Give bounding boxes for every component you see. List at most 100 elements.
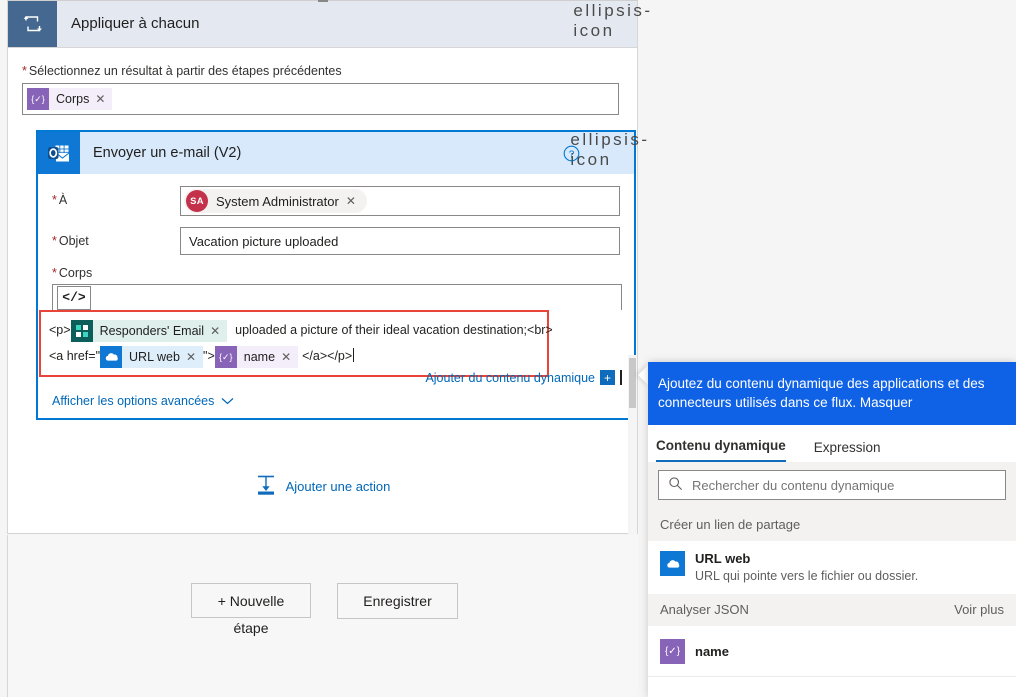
send-email-action-card: Envoyer un e-mail (V2) ? ellipsis-icon *…: [36, 130, 647, 420]
add-action-row[interactable]: Ajouter une action: [22, 474, 623, 499]
token-url-web[interactable]: URL web ✕: [100, 345, 204, 368]
group-header-parse-json: Analyser JSON Voir plus: [648, 594, 1016, 627]
to-label: * À: [52, 186, 180, 207]
dynamic-content-tabs: Contenu dynamique Expression: [648, 425, 1016, 462]
recipient-chip[interactable]: SA System Administrator ✕: [184, 189, 367, 213]
token-label: name: [243, 349, 276, 364]
group-header-create-share-link: Créer un lien de partage: [648, 509, 1016, 542]
scope-output-select-input[interactable]: {✓} Corps ✕: [22, 83, 619, 115]
avatar: SA: [186, 190, 208, 212]
chevron-down-icon: [221, 394, 234, 408]
onedrive-icon: [100, 345, 123, 368]
dynamic-item-title: URL web: [695, 551, 751, 566]
line1-prefix: <p>: [49, 323, 71, 337]
dynamic-content-banner: Ajoutez du contenu dynamique des applica…: [648, 362, 1016, 425]
dynamic-content-banner-text: Ajoutez du contenu dynamique des applica…: [658, 376, 985, 410]
send-email-body: * À SA System Administrator ✕ * Objet Va…: [38, 174, 634, 418]
group-see-more[interactable]: Voir plus: [954, 602, 1004, 617]
body-html-content[interactable]: <p> Responders' Email ✕ uploaded a picture …: [39, 310, 553, 377]
text-caret: [353, 348, 355, 362]
card-top-connector: [318, 0, 328, 2]
token-remove-icon[interactable]: ✕: [94, 93, 112, 105]
email-more-menu-icon[interactable]: ellipsis-icon: [570, 130, 647, 174]
to-label-text: À: [58, 193, 68, 207]
token-remove-icon[interactable]: ✕: [185, 351, 203, 363]
token-label: URL web: [129, 349, 180, 364]
line2-mid: ">: [203, 349, 215, 363]
token-name[interactable]: {✓} name ✕: [214, 345, 299, 368]
apply-to-each-body: * Sélectionnez un résultat à partir des é…: [8, 48, 647, 499]
scope-input-label-text: Sélectionnez un résultat à partir des ét…: [28, 64, 342, 78]
outlook-icon: [38, 132, 80, 174]
dynamic-item-title: name: [695, 643, 729, 659]
line2-suffix: </a></p>: [302, 349, 353, 363]
forms-icon: [70, 319, 93, 342]
body-label-text: Corps: [58, 266, 93, 280]
subject-input[interactable]: Vacation picture uploaded: [180, 227, 620, 255]
dynamic-item-url-web[interactable]: URL web URL qui pointe vers le fichier o…: [648, 542, 1016, 594]
send-email-header[interactable]: Envoyer un e-mail (V2) ? ellipsis-icon: [38, 130, 647, 174]
required-marker: *: [52, 193, 57, 207]
token-remove-icon[interactable]: ✕: [280, 351, 298, 363]
tab-dynamic-content[interactable]: Contenu dynamique: [656, 438, 786, 462]
group-name: Analyser JSON: [660, 602, 749, 617]
recipient-name: System Administrator: [216, 193, 339, 209]
save-button[interactable]: Enregistrer: [337, 583, 458, 619]
show-advanced-options-link[interactable]: Afficher les options avancées: [52, 394, 234, 408]
scope-input-label: * Sélectionnez un résultat à partir des é…: [22, 64, 623, 78]
token-corps[interactable]: {✓} Corps ✕: [27, 88, 113, 110]
recipient-remove-icon[interactable]: ✕: [346, 194, 365, 208]
line2-prefix: <a href=": [49, 349, 101, 363]
body-code-line-1: <p> Responders' Email ✕ uploaded a picture …: [49, 317, 553, 343]
dynamic-content-search-wrap: [648, 462, 1016, 509]
to-row: * À SA System Administrator ✕: [52, 186, 620, 216]
designer-scrollbar-thumb[interactable]: [629, 358, 636, 408]
required-marker: *: [52, 266, 57, 280]
search-input[interactable]: [683, 476, 1005, 494]
dynamic-item-description: URL qui pointe vers le fichier ou dossie…: [695, 569, 919, 583]
body-label: * Corps: [52, 266, 620, 280]
required-marker: *: [52, 234, 57, 248]
body-editor-toolbar: </>: [52, 284, 622, 310]
add-dynamic-content-link[interactable]: Ajouter du contenu dynamique: [425, 371, 595, 385]
token-label: Responders' Email: [99, 323, 205, 338]
expression-icon: {✓}: [660, 639, 685, 664]
token-label: Corps: [56, 92, 90, 106]
send-email-title: Envoyer un e-mail (V2): [93, 145, 242, 161]
list-divider: [648, 676, 1016, 677]
subject-label: * Objet: [52, 227, 180, 248]
onedrive-icon: [660, 551, 685, 576]
show-advanced-options-label: Afficher les options avancées: [52, 394, 215, 408]
group-name: Créer un lien de partage: [660, 517, 801, 532]
add-dynamic-content-row: Ajouter du contenu dynamique +: [425, 370, 622, 385]
tab-expression[interactable]: Expression: [814, 440, 881, 462]
token-remove-icon[interactable]: ✕: [209, 325, 227, 337]
token-responders-email[interactable]: Responders' Email ✕: [70, 319, 228, 342]
new-step-button[interactable]: + Nouvelle: [191, 583, 311, 618]
command-bar: + Nouvelle étape Enregistrer: [7, 535, 638, 697]
scope-more-menu-icon[interactable]: ellipsis-icon: [573, 0, 650, 47]
body-editor: </> <p> Responders' Email ✕ uploaded a pict…: [39, 284, 622, 385]
dynamic-item-name[interactable]: {✓} name: [648, 627, 1016, 676]
add-dynamic-caret: [620, 370, 622, 385]
dynamic-content-panel: Ajoutez du contenu dynamique des applica…: [648, 362, 1016, 697]
add-action-label[interactable]: Ajouter une action: [286, 479, 391, 494]
body-section: * Corps </> <p> Responders' Email ✕ uploaded…: [39, 266, 622, 408]
insert-below-icon: [255, 474, 277, 499]
flow-designer-card: Appliquer à chacun ellipsis-icon * Sélect…: [7, 0, 650, 534]
loop-icon: [8, 0, 57, 47]
search-icon: [668, 476, 683, 494]
subject-label-text: Objet: [58, 234, 89, 248]
apply-to-each-title: Appliquer à chacun: [71, 15, 200, 32]
code-view-toggle-icon[interactable]: </>: [57, 285, 91, 310]
expression-icon: {✓}: [214, 345, 237, 368]
body-code-line-2: <a href=" URL web ✕ "> {✓} name ✕ </a></p>: [49, 343, 539, 369]
subject-row: * Objet Vacation picture uploaded: [52, 227, 620, 255]
line1-suffix: uploaded a picture of their ideal vacati…: [235, 323, 553, 337]
add-dynamic-content-plus-icon[interactable]: +: [600, 370, 615, 385]
to-input[interactable]: SA System Administrator ✕: [180, 186, 620, 216]
search-box[interactable]: [658, 470, 1006, 500]
hide-panel-link[interactable]: Masquer: [860, 395, 913, 410]
apply-to-each-header[interactable]: Appliquer à chacun ellipsis-icon: [8, 0, 650, 48]
new-step-button-second-line: étape: [233, 620, 269, 636]
